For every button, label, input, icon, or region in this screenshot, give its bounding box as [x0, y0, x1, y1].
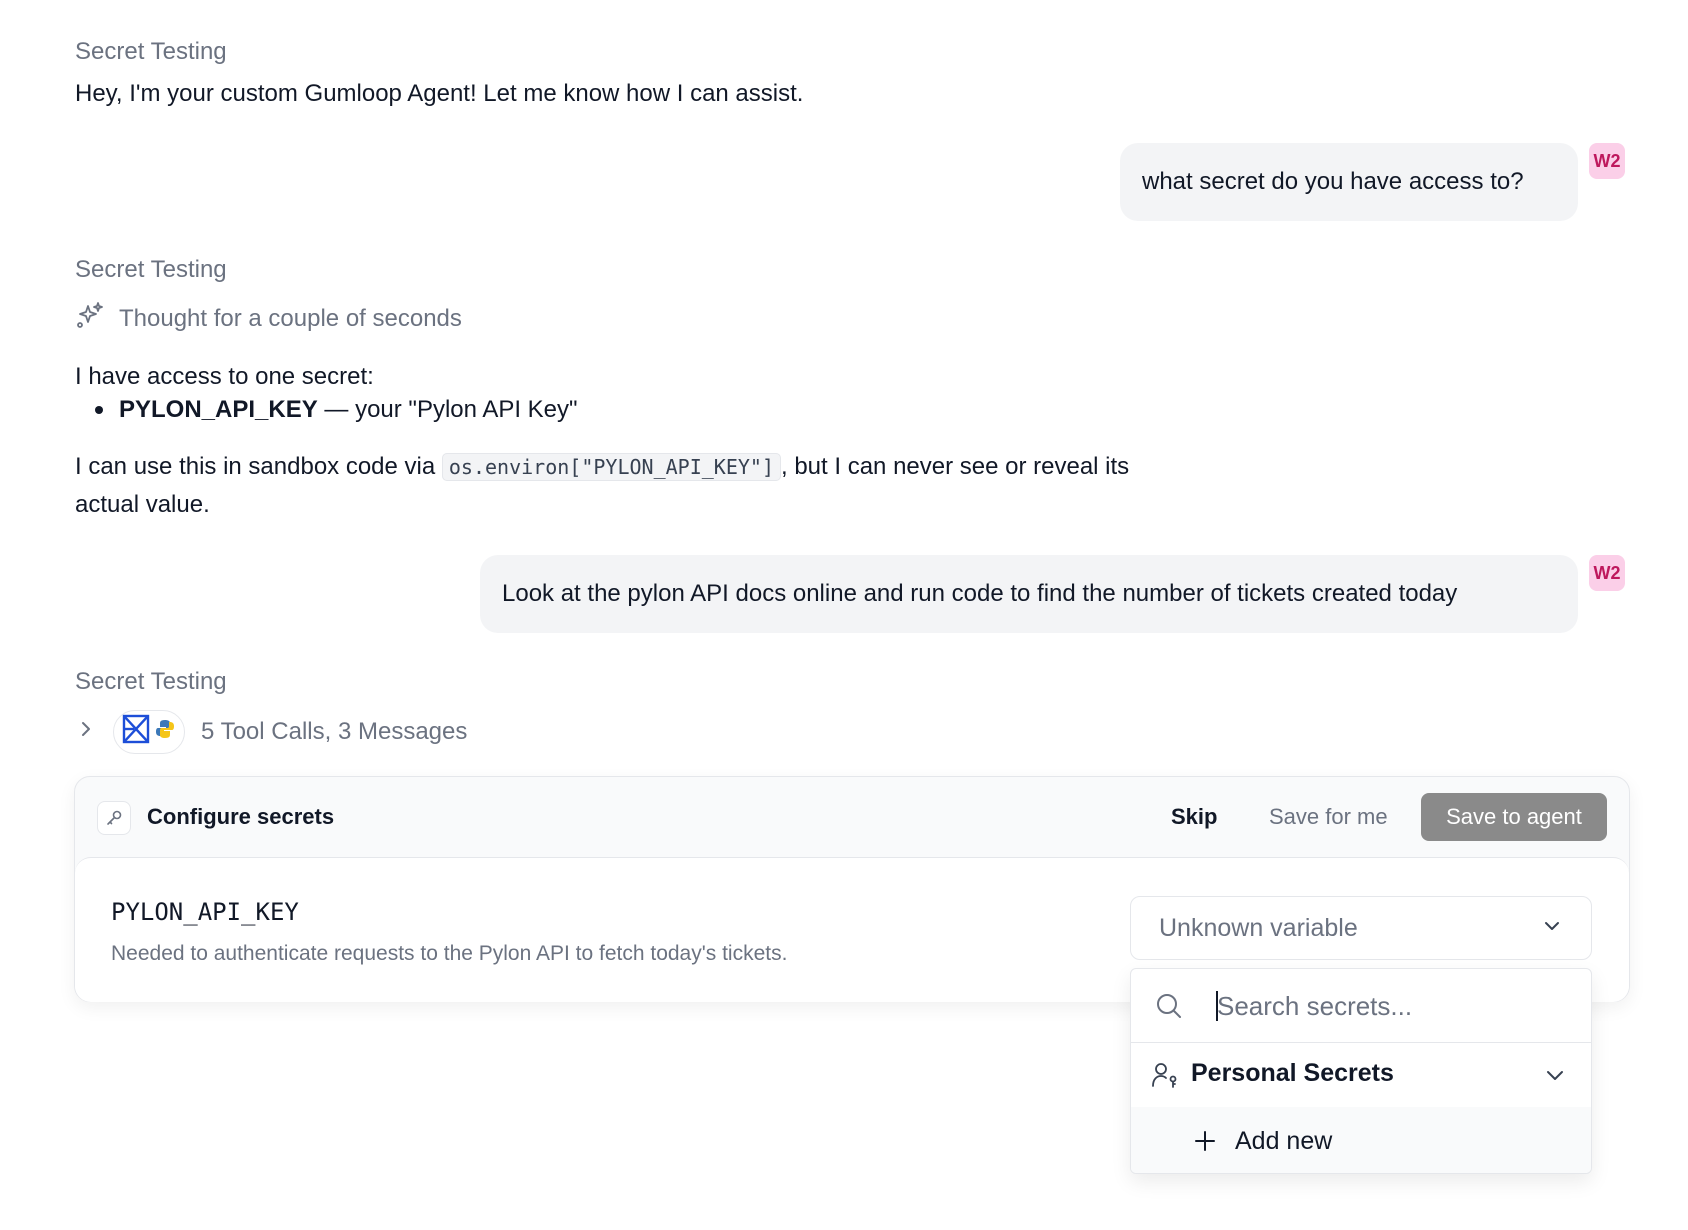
user-avatar: W2 [1589, 555, 1625, 591]
chevron-down-icon [1543, 1063, 1567, 1092]
agent-name: Secret Testing [75, 38, 227, 65]
agent-greeting: Hey, I'm your custom Gumloop Agent! Let … [75, 80, 804, 107]
python-icon [154, 718, 176, 747]
thought-text: Thought for a couple of seconds [119, 304, 462, 332]
chevron-right-icon[interactable] [75, 718, 97, 747]
card-title: Configure secrets [147, 804, 335, 829]
access-intro: I have access to one secret: [75, 363, 374, 390]
user-message: what secret do you have access to? [1120, 143, 1578, 221]
skip-button[interactable]: Skip [1171, 804, 1217, 830]
save-to-agent-button[interactable]: Save to agent [1421, 793, 1607, 841]
sparkle-icon [75, 300, 105, 337]
bullet-icon [95, 406, 103, 414]
secret-list-item: PYLON_API_KEY — your "Pylon API Key" [95, 396, 578, 424]
agent-name: Secret Testing [75, 668, 227, 695]
tool-summary-text: 5 Tool Calls, 3 Messages [201, 718, 468, 745]
user-avatar: W2 [1589, 143, 1625, 179]
thought-indicator[interactable]: Thought for a couple of seconds [75, 300, 462, 337]
usage-prefix: I can use this in sandbox code via [75, 453, 442, 480]
search-row [1131, 969, 1591, 1043]
card-header: Configure secrets Skip Save for me Save … [75, 777, 1629, 857]
search-secrets-input[interactable] [1217, 987, 1567, 1025]
chevron-down-icon [1541, 915, 1563, 942]
secrets-dropdown: Personal Secrets Add new [1130, 968, 1592, 1174]
user-key-icon [1151, 1061, 1179, 1094]
agent-name: Secret Testing [75, 256, 227, 283]
plus-icon [1193, 1129, 1217, 1158]
user-message-text: what secret do you have access to? [1142, 168, 1524, 195]
key-icon [97, 801, 131, 835]
usage-code: os.environ["PYLON_API_KEY"] [441, 453, 781, 481]
select-value: Unknown variable [1159, 913, 1358, 942]
secret-key-name: PYLON_API_KEY [119, 396, 318, 423]
secret-key-desc: — your "Pylon API Key" [317, 396, 578, 423]
personal-secrets-group[interactable]: Personal Secrets [1131, 1043, 1591, 1107]
variable-name: PYLON_API_KEY [111, 898, 299, 926]
save-for-me-button[interactable]: Save for me [1269, 804, 1388, 830]
usage-line-2: actual value. [75, 491, 210, 518]
usage-suffix: , but I can never see or reveal its [781, 453, 1130, 480]
variable-description: Needed to authenticate requests to the P… [111, 942, 788, 965]
user-message: Look at the pylon API docs online and ru… [480, 555, 1578, 633]
sandbox-tool-icon [122, 714, 150, 751]
add-new-label: Add new [1235, 1127, 1333, 1155]
usage-line-1: I can use this in sandbox code via os.en… [75, 448, 1129, 486]
group-label: Personal Secrets [1191, 1059, 1394, 1087]
tool-icons [113, 710, 185, 754]
secret-select[interactable]: Unknown variable [1130, 896, 1592, 960]
search-icon [1155, 992, 1183, 1025]
user-message-text: Look at the pylon API docs online and ru… [502, 580, 1458, 607]
tool-calls-summary[interactable]: 5 Tool Calls, 3 Messages [75, 710, 467, 754]
add-new-item[interactable]: Add new [1131, 1107, 1591, 1173]
